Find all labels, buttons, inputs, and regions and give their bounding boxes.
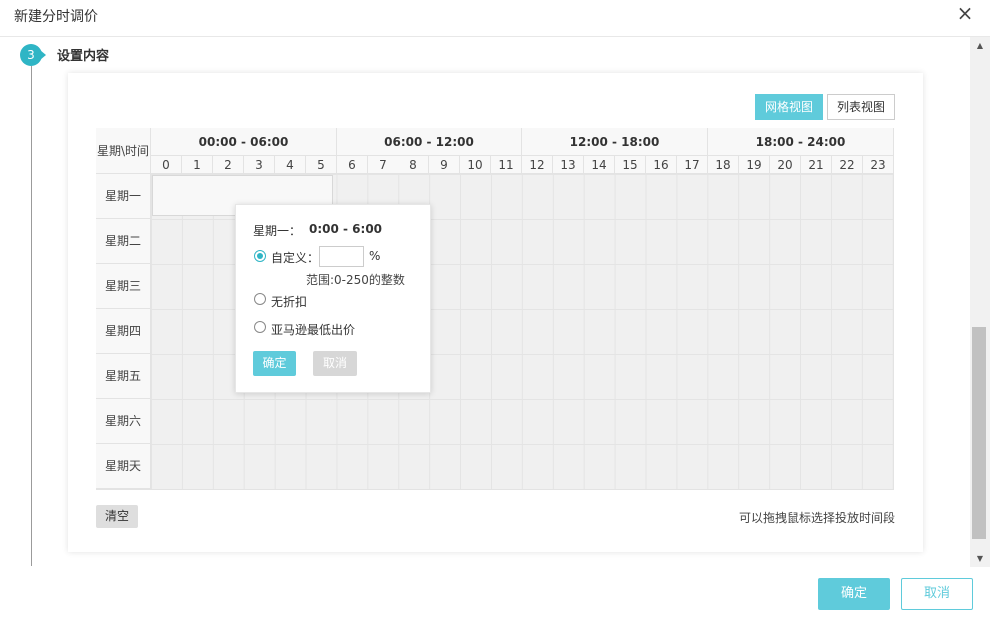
range-header: 06:00 - 12:00 bbox=[337, 128, 522, 156]
hour-header: 23 bbox=[863, 156, 894, 174]
scroll-up-icon[interactable]: ▲ bbox=[970, 39, 990, 53]
hour-header: 12 bbox=[522, 156, 553, 174]
hour-header: 20 bbox=[770, 156, 801, 174]
popup-day: 星期一： bbox=[253, 224, 302, 238]
hour-header: 0 bbox=[151, 156, 182, 174]
day-label-tuesday: 星期二 bbox=[96, 219, 151, 264]
hour-header: 5 bbox=[306, 156, 337, 174]
drag-hint: 可以拖拽鼠标选择投放时间段 bbox=[739, 511, 896, 525]
percent-sign: % bbox=[369, 249, 381, 263]
hour-header: 13 bbox=[553, 156, 584, 174]
hour-header: 6 bbox=[337, 156, 368, 174]
day-label-sunday: 星期天 bbox=[96, 444, 151, 489]
scrollbar[interactable]: ▲ ▼ bbox=[970, 37, 990, 567]
hour-header: 10 bbox=[460, 156, 491, 174]
close-icon[interactable]: × bbox=[955, 3, 975, 23]
radio-amazon-lowest-label: 亚马逊最低出价 bbox=[271, 323, 356, 337]
range-header: 18:00 - 24:00 bbox=[708, 128, 894, 156]
day-label-saturday: 星期六 bbox=[96, 399, 151, 444]
grid-view-button[interactable]: 网格视图 bbox=[755, 94, 823, 120]
hour-header: 16 bbox=[646, 156, 677, 174]
confirm-button[interactable]: 确定 bbox=[818, 578, 890, 610]
radio-custom-label: 自定义： bbox=[271, 251, 320, 265]
hour-header: 9 bbox=[429, 156, 460, 174]
corner-header: 星期\时间 bbox=[96, 128, 151, 174]
clear-button[interactable]: 清空 bbox=[96, 505, 138, 528]
hour-header: 17 bbox=[677, 156, 708, 174]
step-number: 3 bbox=[20, 44, 42, 66]
step-title: 设置内容 bbox=[57, 49, 110, 64]
custom-percent-input[interactable] bbox=[319, 246, 364, 267]
range-header: 00:00 - 06:00 bbox=[151, 128, 337, 156]
scroll-thumb[interactable] bbox=[972, 327, 986, 539]
hour-header: 19 bbox=[739, 156, 770, 174]
hour-header: 15 bbox=[615, 156, 646, 174]
radio-custom[interactable] bbox=[254, 250, 266, 262]
hour-header: 4 bbox=[275, 156, 306, 174]
day-label-friday: 星期五 bbox=[96, 354, 151, 399]
dialog-header: 新建分时调价 × bbox=[0, 0, 990, 37]
hour-header: 7 bbox=[368, 156, 399, 174]
cancel-button[interactable]: 取消 bbox=[901, 578, 973, 610]
hour-header: 2 bbox=[213, 156, 244, 174]
popup-confirm-button[interactable]: 确定 bbox=[253, 351, 296, 376]
step-arrow-icon bbox=[40, 50, 46, 60]
day-label-thursday: 星期四 bbox=[96, 309, 151, 354]
radio-amazon-lowest[interactable] bbox=[254, 321, 266, 333]
hour-header: 3 bbox=[244, 156, 275, 174]
popup-time-range: 0:00 - 6:00 bbox=[309, 222, 383, 236]
hour-header: 22 bbox=[832, 156, 863, 174]
range-header: 12:00 - 18:00 bbox=[522, 128, 708, 156]
popup-cancel-button[interactable]: 取消 bbox=[313, 351, 357, 376]
hour-header: 21 bbox=[801, 156, 832, 174]
scroll-down-icon[interactable]: ▼ bbox=[970, 552, 990, 566]
radio-no-discount-label: 无折扣 bbox=[271, 295, 308, 309]
step-line bbox=[31, 66, 32, 566]
hour-header: 8 bbox=[398, 156, 429, 174]
day-label-monday: 星期一 bbox=[96, 174, 151, 219]
hour-header: 11 bbox=[491, 156, 522, 174]
day-label-wednesday: 星期三 bbox=[96, 264, 151, 309]
hour-header: 14 bbox=[584, 156, 615, 174]
radio-no-discount[interactable] bbox=[254, 293, 266, 305]
list-view-button[interactable]: 列表视图 bbox=[827, 94, 895, 120]
hour-header: 18 bbox=[708, 156, 739, 174]
range-hint: 范围:0-250的整数 bbox=[306, 273, 405, 287]
hour-header: 1 bbox=[182, 156, 213, 174]
dialog-title: 新建分时调价 bbox=[14, 9, 98, 25]
